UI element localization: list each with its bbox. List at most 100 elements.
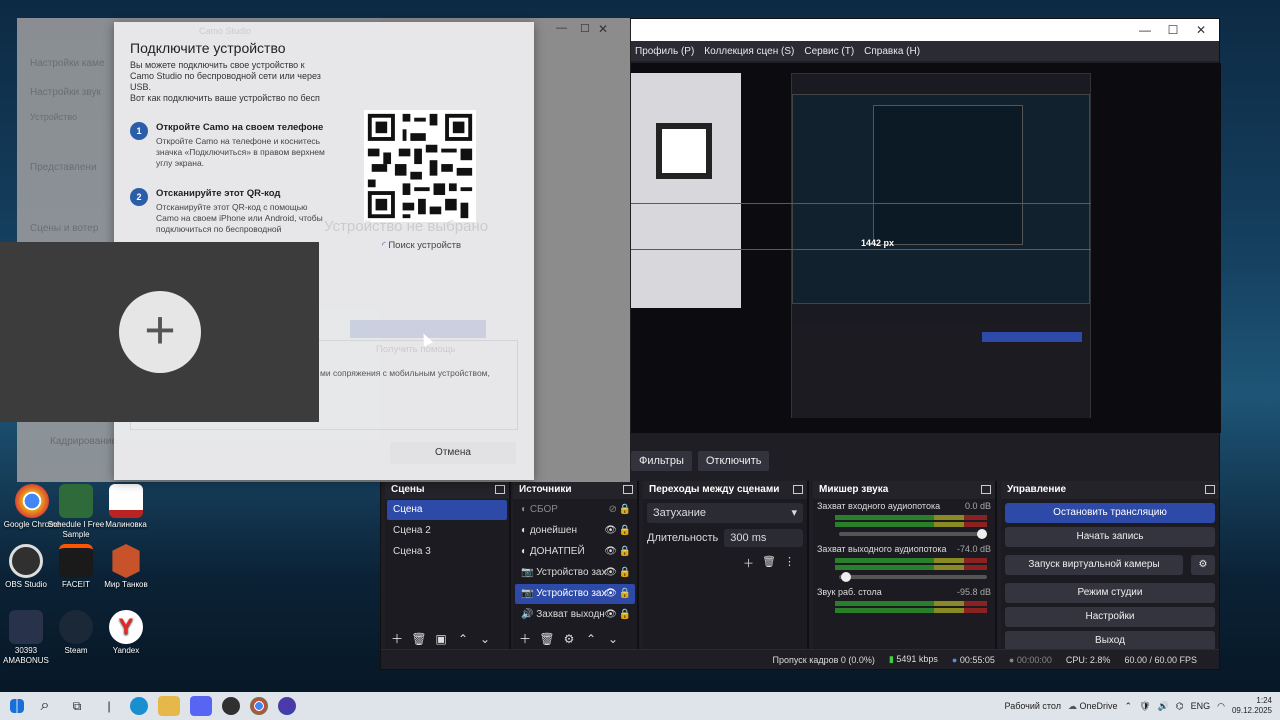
more-icon[interactable]: ⋮ [784, 555, 795, 571]
slider-knob[interactable] [977, 529, 987, 539]
filters-button[interactable]: Фильтры [631, 451, 692, 471]
source-item[interactable]: ◐ ДОНАТПЕЙ 👁 🔒 [515, 542, 635, 562]
scene-item[interactable]: Сцена [387, 500, 507, 520]
lock-icon[interactable]: 🔒 [619, 521, 631, 541]
widgets-icon[interactable]: | [98, 696, 120, 716]
clock[interactable]: 1:24 09.12.2025 [1232, 696, 1272, 716]
start-record-button[interactable]: Начать запись [1005, 527, 1215, 547]
cpu-usage: CPU: 2.8% [1065, 654, 1111, 665]
desktop-label[interactable]: Рабочий стол [1004, 701, 1061, 711]
step-number: 2 [130, 188, 148, 206]
chrome-taskbar-icon[interactable] [250, 697, 268, 715]
source-item[interactable]: 📷 Устройство зах 👁 🔒 [515, 584, 635, 604]
search-icon[interactable]: ⌕ [34, 696, 56, 716]
source-label: ДОНАТПЕЙ [529, 546, 585, 557]
eye-icon[interactable]: 👁 [604, 521, 617, 541]
obs-taskbar-icon[interactable] [222, 697, 240, 715]
exit-button[interactable]: Выход [1005, 631, 1215, 651]
add-icon[interactable]: + [119, 291, 201, 373]
eye-icon[interactable]: 👁 [604, 563, 617, 583]
source-label: Устройство зах [536, 567, 607, 578]
duration-input[interactable]: 300 ms [724, 529, 803, 547]
explorer-icon[interactable] [158, 696, 180, 716]
studio-mode-button[interactable]: Режим студии [1005, 583, 1215, 603]
gear-icon[interactable]: ⚙ [1191, 555, 1215, 575]
source-label: СБОР [529, 504, 558, 515]
desktop-icon-tanks[interactable]: Мир Танков [94, 544, 158, 590]
lock-icon[interactable]: 🔒 [619, 542, 631, 562]
settings-button[interactable]: Настройки [1005, 607, 1215, 627]
virtual-cam-button[interactable]: Запуск виртуальной камеры [1005, 555, 1183, 575]
volume-slider[interactable] [839, 529, 987, 539]
language[interactable]: ENG [1191, 701, 1211, 711]
chevron-up-icon[interactable]: ⌃ [1125, 701, 1133, 712]
network-icon[interactable]: ⌬ [1176, 701, 1184, 712]
transition-select[interactable]: Затухание ▾ [647, 503, 803, 523]
add-icon[interactable]: ＋ [389, 631, 405, 647]
eye-icon[interactable]: 👁 [604, 584, 617, 604]
volume-icon[interactable]: 🔊 [1158, 701, 1169, 712]
lock-icon[interactable]: 🔒 [619, 584, 631, 604]
cancel-button[interactable]: Отмена [390, 442, 516, 464]
disable-button[interactable]: Отключить [697, 451, 770, 471]
down-arrow-icon[interactable]: ⌄ [477, 631, 493, 647]
slider-knob[interactable] [840, 572, 851, 582]
task-view-icon[interactable]: ⧉ [66, 696, 88, 716]
menu-profile[interactable]: Профиль (P) [635, 46, 694, 57]
discord-icon[interactable] [190, 696, 212, 716]
edge-icon[interactable] [130, 697, 148, 715]
camo-taskbar-icon[interactable] [278, 697, 296, 715]
minimize-icon[interactable]: — [1133, 22, 1157, 38]
volume-slider[interactable] [839, 572, 987, 582]
trash-icon[interactable]: 🗑 [411, 631, 427, 647]
menu-help[interactable]: Справка (H) [864, 46, 920, 57]
gear-icon[interactable]: ⚙ [561, 631, 577, 647]
trash-icon[interactable]: 🗑 [539, 631, 555, 647]
eye-icon[interactable]: 👁 [604, 542, 617, 562]
shield-icon[interactable]: 🛡 [1139, 701, 1150, 712]
undock-icon[interactable] [623, 485, 633, 494]
onedrive[interactable]: ☁ OneDrive [1068, 701, 1118, 712]
wifi-icon[interactable]: ◠ [1217, 701, 1225, 712]
menu-tools[interactable]: Сервис (T) [804, 46, 854, 57]
up-arrow-icon[interactable]: ⌃ [455, 631, 471, 647]
close-icon[interactable]: ✕ [598, 22, 608, 36]
source-item[interactable]: ◐ донейшен 👁 🔒 [515, 521, 635, 541]
up-arrow-icon[interactable]: ⌃ [583, 631, 599, 647]
source-item[interactable]: 📷 Устройство зах 👁 🔒 [515, 563, 635, 583]
minimize-icon[interactable]: — [556, 22, 567, 34]
filter-icon[interactable]: ▣ [433, 631, 449, 647]
lock-icon[interactable]: 🔒 [619, 563, 631, 583]
volume-meter [835, 558, 987, 563]
dialog-title: Подключите устройство [130, 40, 286, 56]
nested-preview-inner [873, 105, 1023, 245]
eye-icon[interactable]: 👁 [604, 605, 617, 625]
nested-stop-button [982, 332, 1082, 342]
windows-start-icon[interactable] [10, 699, 24, 713]
menu-scene-collection[interactable]: Коллекция сцен (S) [704, 46, 794, 57]
lock-icon[interactable]: 🔒 [619, 605, 631, 625]
add-icon[interactable]: ＋ [743, 555, 754, 571]
dropped-frames: Пропуск кадров 0 (0.0%) [772, 654, 875, 665]
desktop-icon-yandex[interactable]: Y Yandex [94, 610, 158, 656]
desktop-icon-malinovka[interactable]: Малиновка [94, 484, 158, 530]
dock-title-text: Управление [1007, 484, 1067, 495]
undock-icon[interactable] [1205, 485, 1215, 494]
undock-icon[interactable] [495, 485, 505, 494]
undock-icon[interactable] [981, 485, 991, 494]
scene-item[interactable]: Сцена 3 [387, 542, 507, 562]
source-item[interactable]: ◐ СБОР ⊘ 🔒 [515, 500, 635, 520]
obs-preview[interactable]: 1442 px [631, 63, 1221, 433]
source-item[interactable]: 🔊 Захват выходн 👁 🔒 [515, 605, 635, 625]
maximize-icon[interactable]: ☐ [580, 22, 590, 35]
maximize-icon[interactable]: ☐ [1161, 22, 1185, 38]
down-arrow-icon[interactable]: ⌄ [605, 631, 621, 647]
close-icon[interactable]: ✕ [1189, 22, 1213, 38]
hidden-eye-icon[interactable]: ⊘ [609, 500, 617, 520]
scene-item[interactable]: Сцена 2 [387, 521, 507, 541]
stop-stream-button[interactable]: Остановить трансляцию [1005, 503, 1215, 523]
trash-icon[interactable]: 🗑 [762, 555, 776, 571]
add-icon[interactable]: ＋ [517, 631, 533, 647]
lock-icon[interactable]: 🔒 [619, 500, 631, 520]
undock-icon[interactable] [793, 485, 803, 494]
